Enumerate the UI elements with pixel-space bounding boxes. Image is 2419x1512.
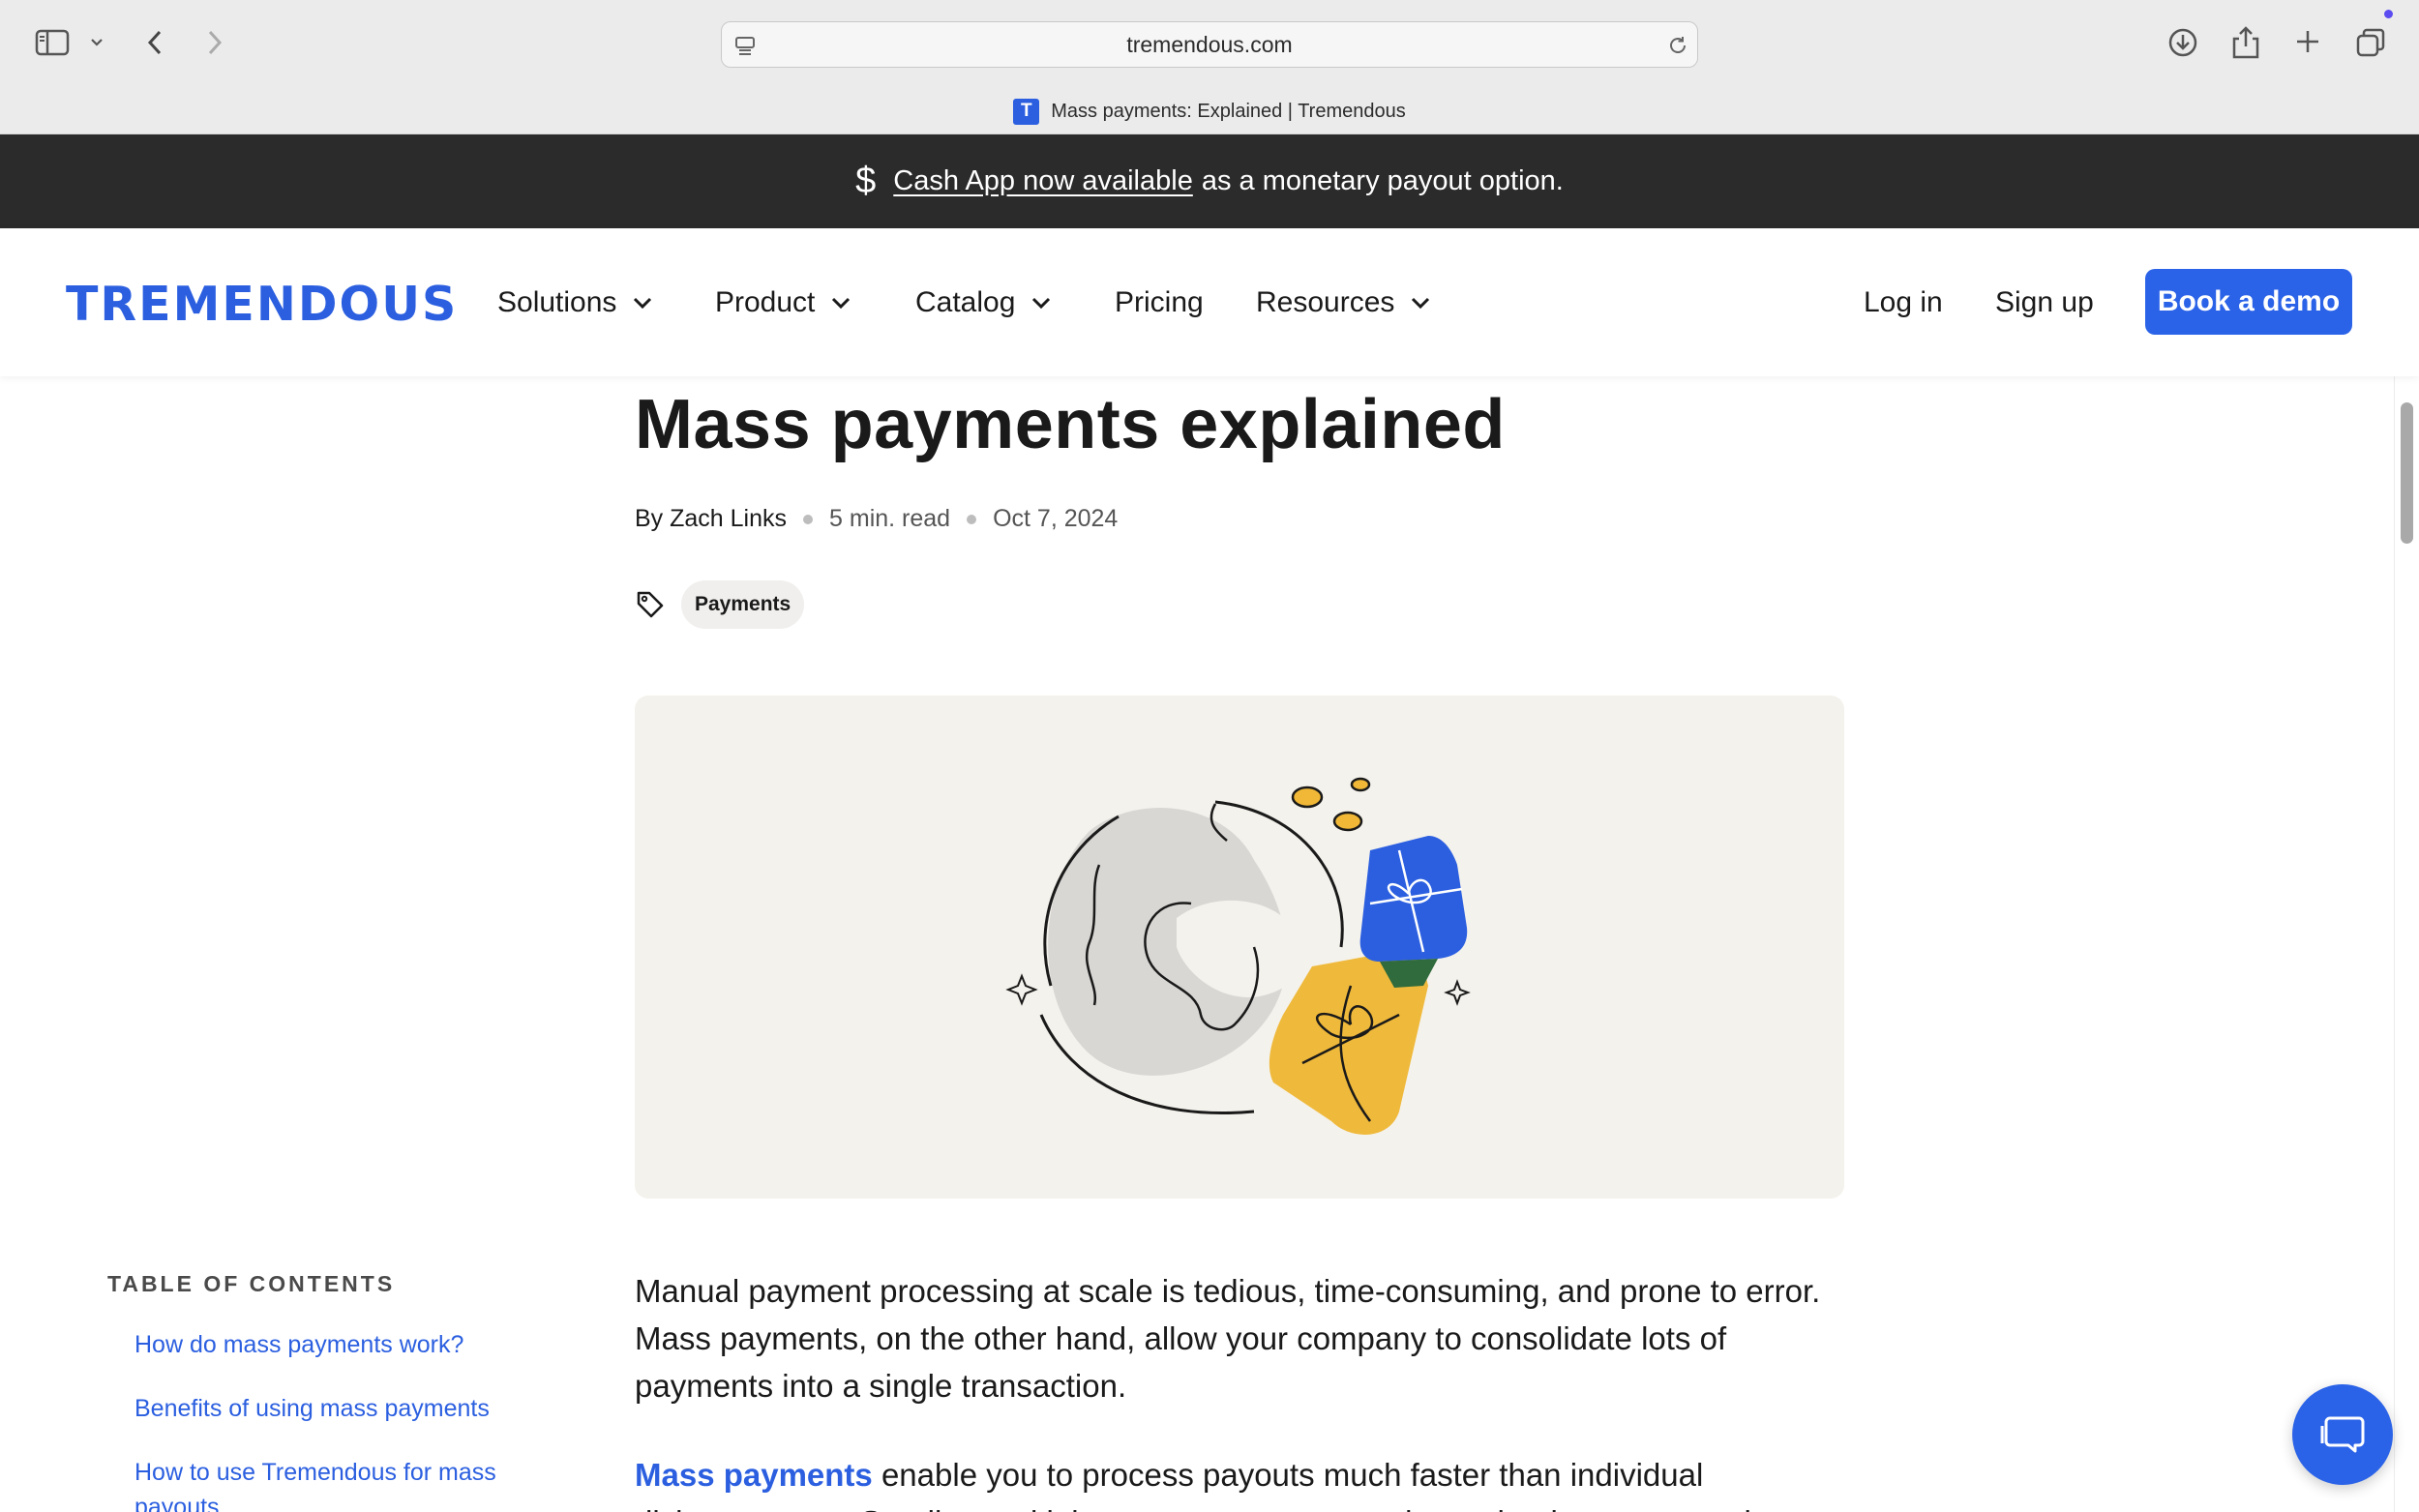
url-text[interactable]: tremendous.com xyxy=(722,22,1697,67)
meta-separator xyxy=(967,514,977,524)
mass-payments-link[interactable]: Mass payments xyxy=(635,1457,873,1493)
scrollbar-thumb[interactable] xyxy=(2401,402,2413,544)
nav-resources[interactable]: Resources xyxy=(1256,279,1431,327)
toc-item[interactable]: How to use Tremendous for mass payouts xyxy=(134,1455,541,1512)
chevron-down-icon xyxy=(832,297,851,310)
new-tab-icon[interactable] xyxy=(2291,25,2324,58)
browser-toolbar: tremendous.com T Mass payments: Explaine… xyxy=(0,0,2419,134)
nav-solutions-label: Solutions xyxy=(497,286,617,318)
toc-heading: TABLE OF CONTENTS xyxy=(107,1271,396,1296)
nav-product[interactable]: Product xyxy=(715,279,851,327)
publish-date: Oct 7, 2024 xyxy=(993,505,1119,532)
banner-text: as a monetary payout option. xyxy=(1201,165,1564,196)
author-name[interactable]: By Zach Links xyxy=(635,505,787,533)
scrollbar-track[interactable] xyxy=(2394,376,2419,1512)
article-title: Mass payments explained xyxy=(635,386,1506,463)
reload-icon[interactable] xyxy=(1664,32,1691,59)
chevron-down-icon[interactable] xyxy=(89,33,105,52)
tab-title: Mass payments: Explained | Tremendous xyxy=(1051,100,1406,122)
downloads-icon[interactable] xyxy=(2165,25,2200,60)
announcement-banner: $ Cash App now available as a monetary p… xyxy=(0,134,2419,228)
nav-solutions[interactable]: Solutions xyxy=(497,279,653,327)
chevron-down-icon xyxy=(1032,297,1051,310)
nav-resources-label: Resources xyxy=(1256,286,1395,318)
tag-payments[interactable]: Payments xyxy=(681,580,805,629)
article-meta: By Zach Links 5 min. read Oct 7, 2024 xyxy=(635,505,1118,533)
nav-pricing[interactable]: Pricing xyxy=(1115,279,1204,327)
favicon-icon: T xyxy=(1013,98,1040,125)
back-icon[interactable] xyxy=(141,27,168,58)
chevron-down-icon xyxy=(1412,297,1430,310)
book-demo-button[interactable]: Book a demo xyxy=(2145,269,2352,335)
tab-overview-icon[interactable] xyxy=(2353,25,2388,60)
cash-app-link[interactable]: Cash App now available xyxy=(893,165,1193,197)
nav-product-label: Product xyxy=(715,286,816,318)
read-time: 5 min. read xyxy=(829,505,951,532)
signup-link[interactable]: Sign up xyxy=(1995,279,2094,327)
tag-icon xyxy=(637,591,664,618)
address-bar[interactable]: tremendous.com xyxy=(721,21,1698,68)
tab-active[interactable]: T Mass payments: Explained | Tremendous xyxy=(0,89,2419,133)
tremendous-logo[interactable]: TREMENDOUS xyxy=(66,277,458,332)
chat-button[interactable] xyxy=(2292,1384,2393,1485)
sidebar-toggle-icon[interactable] xyxy=(33,27,72,58)
share-icon[interactable] xyxy=(2229,23,2262,62)
article-paragraph: Manual payment processing at scale is te… xyxy=(635,1273,1821,1404)
tag-list: Payments xyxy=(635,580,805,629)
hero-image xyxy=(635,696,1844,1199)
notification-dot xyxy=(2384,10,2393,18)
login-link[interactable]: Log in xyxy=(1864,279,1943,327)
dollar-icon: $ xyxy=(855,161,877,201)
chevron-down-icon xyxy=(634,297,652,310)
toc-item[interactable]: How do mass payments work? xyxy=(134,1327,541,1362)
globe-gift-illustration xyxy=(1005,777,1471,1135)
forward-icon[interactable] xyxy=(201,27,228,58)
article-paragraph: Mass payments enable you to process payo… xyxy=(635,1451,1844,1512)
chat-icon xyxy=(2320,1416,2365,1453)
toc-item[interactable]: Benefits of using mass payments xyxy=(134,1391,541,1426)
nav-catalog[interactable]: Catalog xyxy=(915,279,1052,327)
nav-catalog-label: Catalog xyxy=(915,286,1016,318)
meta-separator xyxy=(803,514,814,524)
site-header: TREMENDOUS Solutions Product Catalog Pri… xyxy=(0,228,2419,376)
nav-pricing-label: Pricing xyxy=(1115,286,1204,318)
